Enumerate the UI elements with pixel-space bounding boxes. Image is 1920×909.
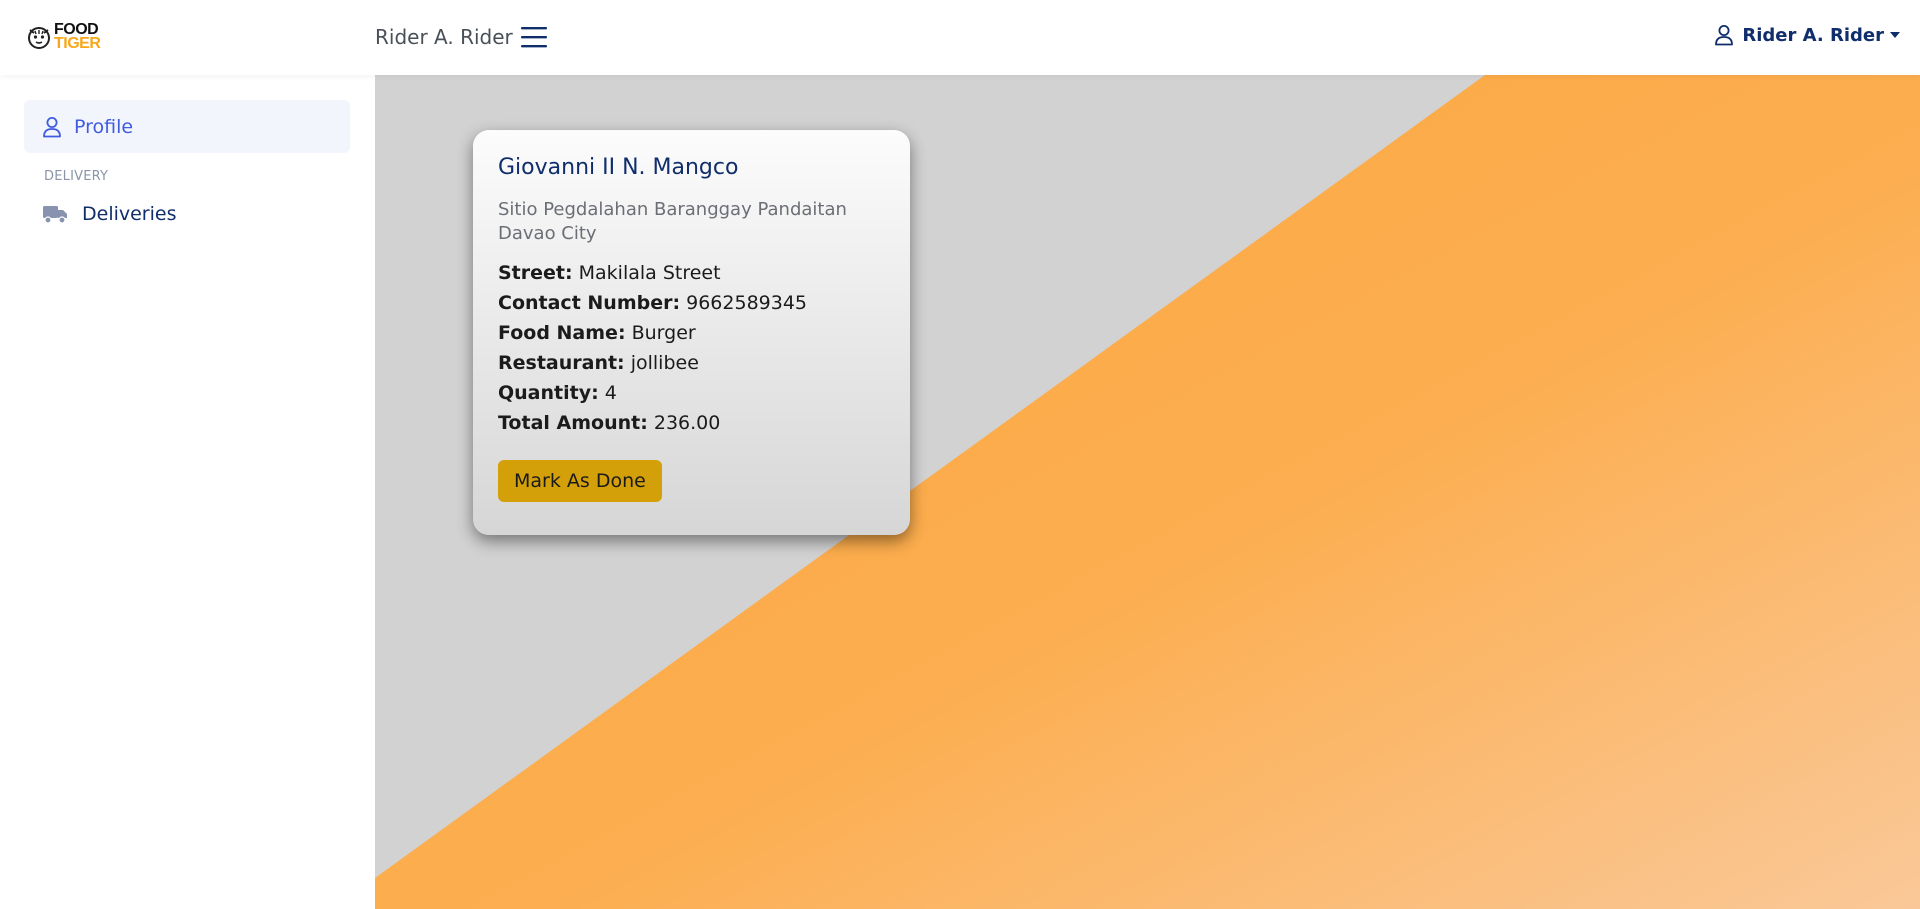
user-icon xyxy=(43,116,61,137)
detail-row: Contact Number: 9662589345 xyxy=(498,288,885,318)
detail-value: Burger xyxy=(631,322,696,344)
brand-tiger: TIGER xyxy=(54,35,101,52)
truck-icon xyxy=(43,206,67,224)
detail-label: Restaurant: xyxy=(498,352,625,374)
top-navbar: FOOD TIGER Rider A. Rider Rider A. Rider xyxy=(0,0,1920,75)
detail-row: Total Amount: 236.00 xyxy=(498,408,885,438)
sidebar-item-label: Profile xyxy=(74,115,134,138)
tiger-head-icon xyxy=(28,27,50,49)
sidebar-item-deliveries[interactable]: Deliveries xyxy=(24,193,350,235)
sidebar-item-profile[interactable]: Profile xyxy=(24,100,350,153)
detail-label: Quantity: xyxy=(498,382,599,404)
detail-value: 236.00 xyxy=(653,412,721,434)
detail-row: Quantity: 4 xyxy=(498,378,885,408)
detail-label: Total Amount: xyxy=(498,412,648,434)
user-icon xyxy=(1715,25,1734,46)
detail-value: Makilala Street xyxy=(578,262,721,284)
detail-label: Street: xyxy=(498,262,573,284)
detail-row: Restaurant: jollibee xyxy=(498,348,885,378)
customer-address: Sitio Pegdalahan Baranggay Pandaitan Dav… xyxy=(498,199,847,244)
detail-value: 4 xyxy=(604,382,617,404)
detail-value: 9662589345 xyxy=(686,292,808,314)
delivery-card: Giovanni II N. Mangco Sitio Pegdalahan B… xyxy=(473,130,910,535)
mark-as-done-button[interactable]: Mark As Done xyxy=(498,460,662,502)
customer-name: Giovanni II N. Mangco xyxy=(498,155,739,180)
sidebar: Profile DELIVERY Deliveries xyxy=(0,75,375,909)
detail-label: Food Name: xyxy=(498,322,626,344)
user-name: Rider A. Rider xyxy=(1742,24,1884,46)
brand-logo[interactable]: FOOD TIGER xyxy=(26,20,101,54)
header-title: Rider A. Rider xyxy=(375,25,513,49)
caret-down-icon xyxy=(1890,32,1900,38)
delivery-details: Street: Makilala Street Contact Number: … xyxy=(498,258,885,438)
detail-row: Street: Makilala Street xyxy=(498,258,885,288)
detail-row: Food Name: Burger xyxy=(498,318,885,348)
main-content: Giovanni II N. Mangco Sitio Pegdalahan B… xyxy=(375,75,1920,909)
detail-value: jollibee xyxy=(630,352,699,374)
user-menu-dropdown[interactable]: Rider A. Rider xyxy=(1714,24,1900,46)
menu-toggle-button[interactable] xyxy=(519,24,549,50)
sidebar-item-label: Deliveries xyxy=(82,203,177,225)
sidebar-section-heading: DELIVERY xyxy=(44,169,109,184)
hamburger-icon xyxy=(521,27,547,48)
detail-label: Contact Number: xyxy=(498,292,681,314)
